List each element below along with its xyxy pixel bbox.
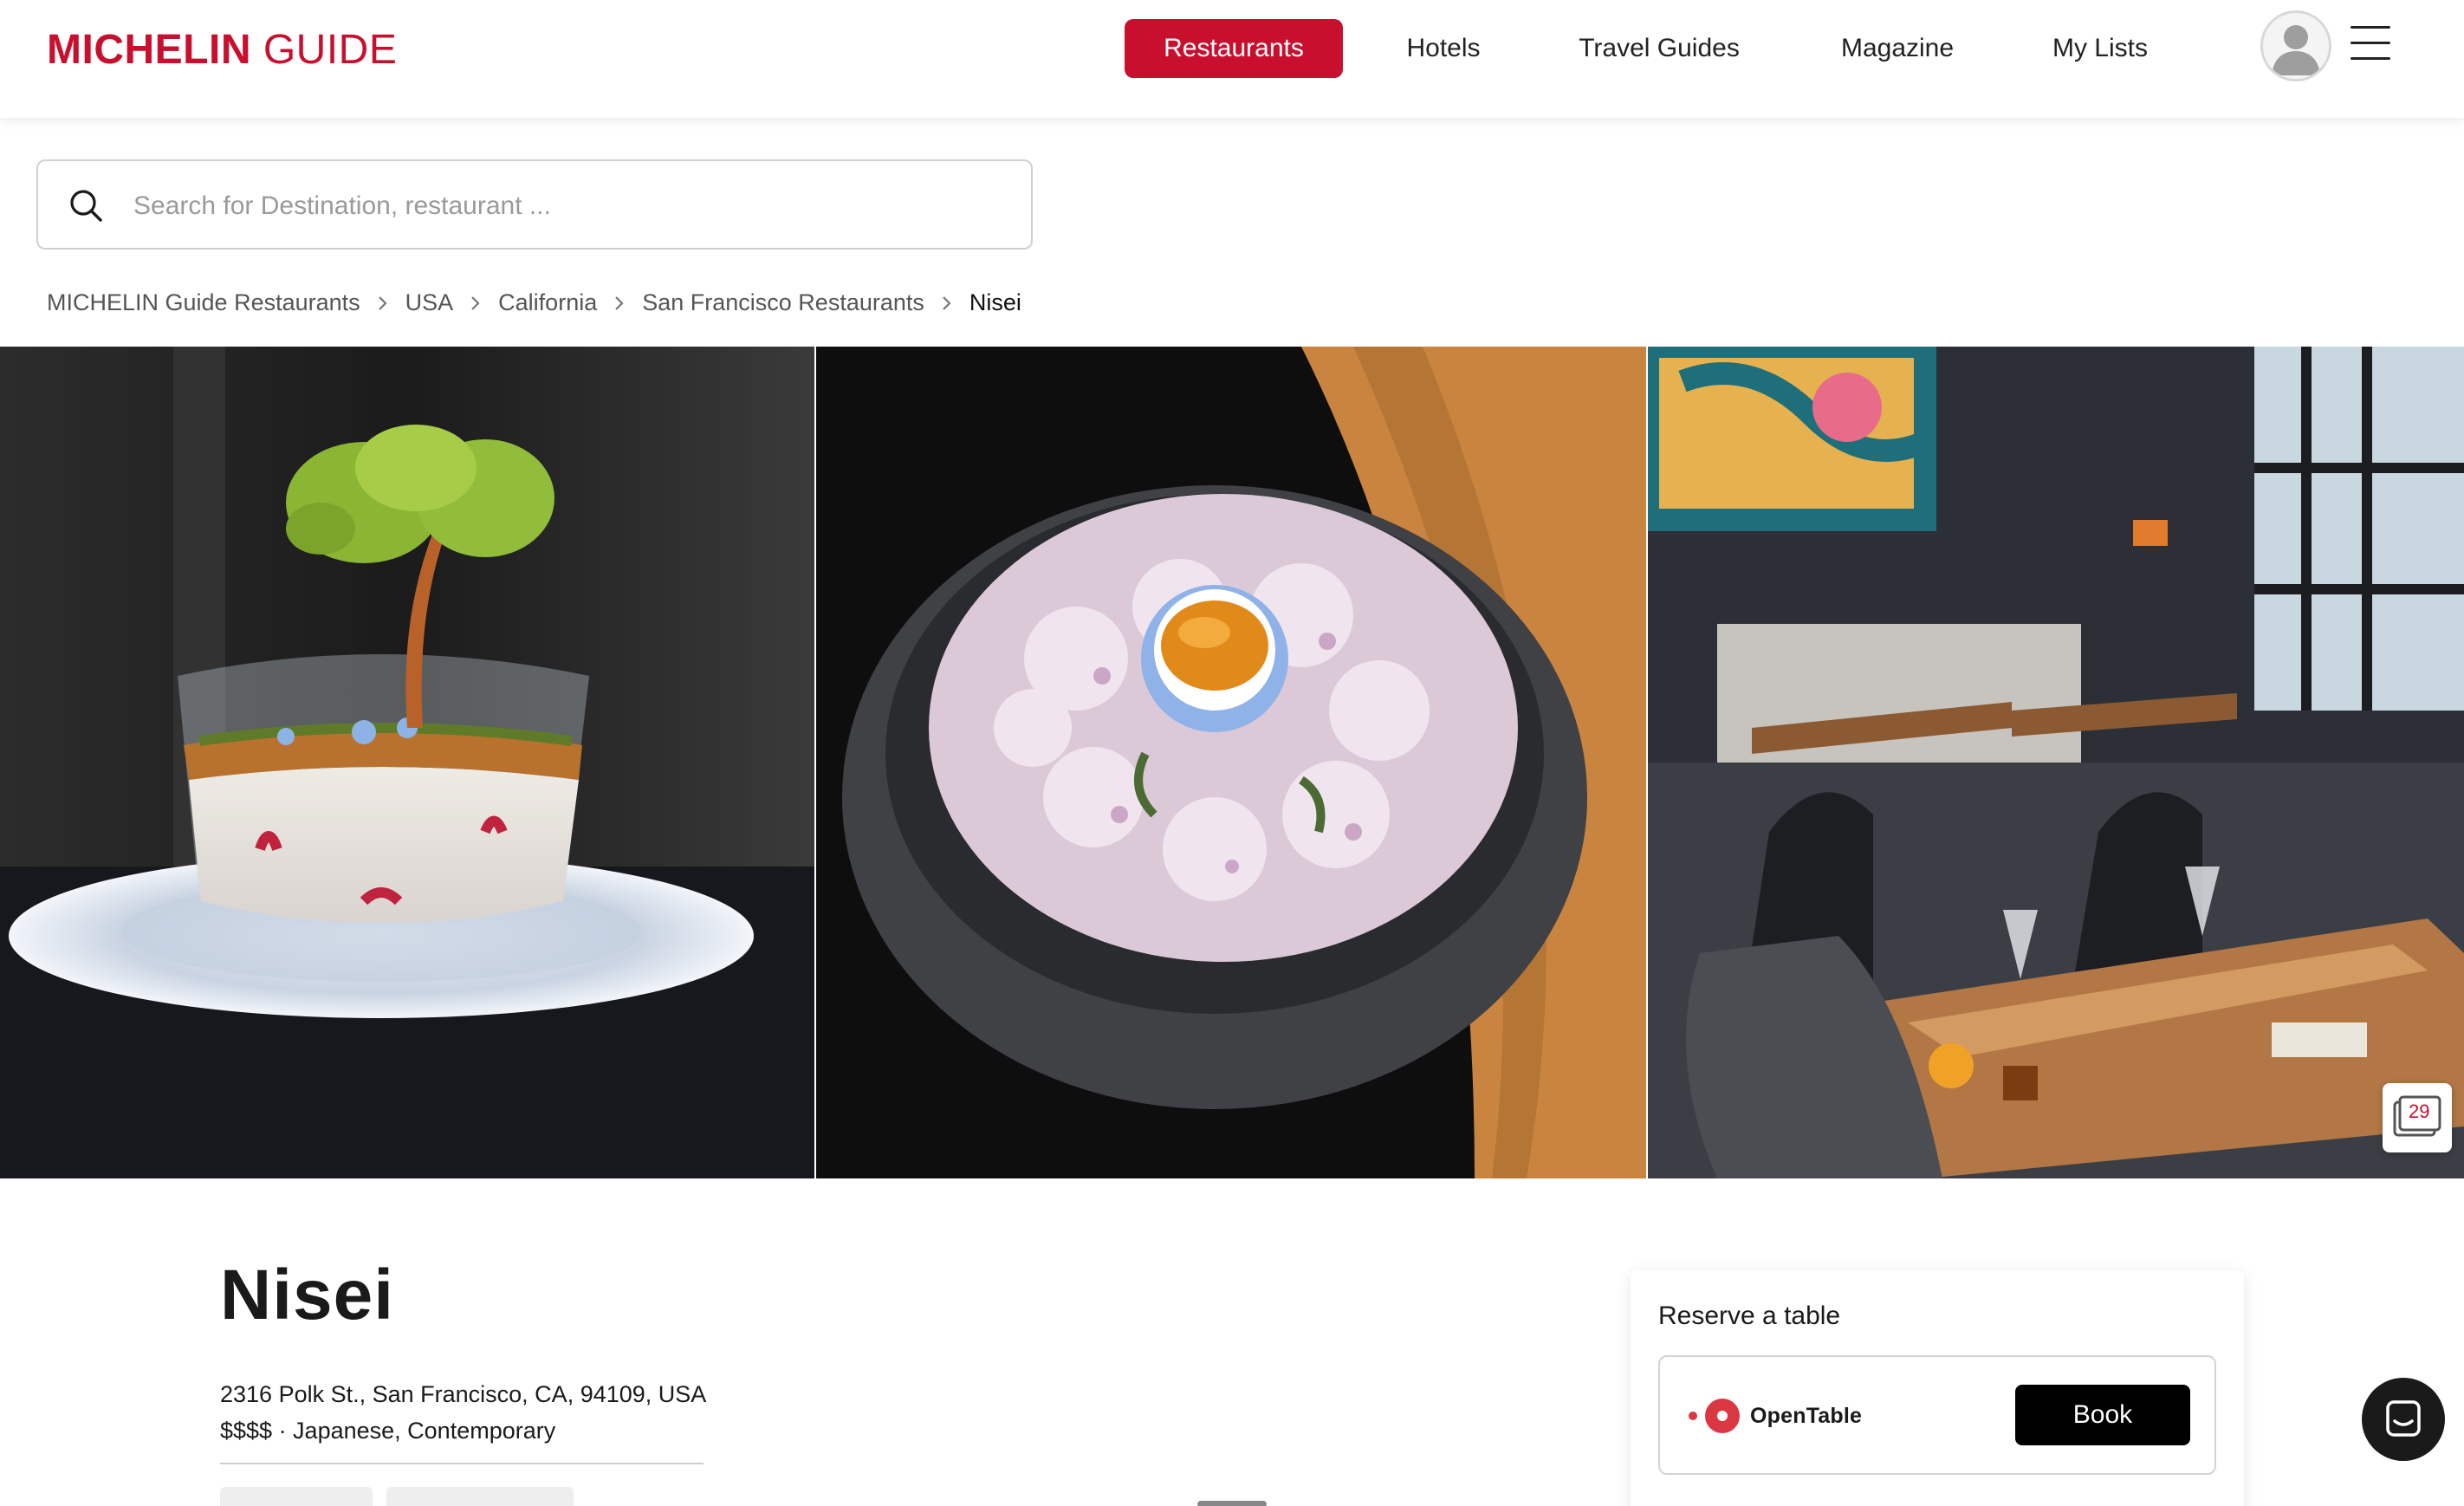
michelin-guide-logo[interactable]: MICHELIN GUIDE <box>47 26 397 74</box>
breadcrumb-california[interactable]: California <box>498 289 597 316</box>
breadcrumb-michelin-guide-restaurants[interactable]: MICHELIN Guide Restaurants <box>47 289 360 316</box>
breadcrumb-usa[interactable]: USA <box>405 289 454 316</box>
nav-magazine[interactable]: Magazine <box>1828 19 1967 78</box>
chevron-right-icon <box>378 295 387 310</box>
gallery-photo-uni-bowl[interactable] <box>816 347 1646 1178</box>
gallery-photo-dining-room[interactable] <box>1648 347 2464 1178</box>
user-avatar-icon[interactable] <box>2260 10 2331 81</box>
chevron-right-icon <box>615 295 624 310</box>
breadcrumb-san-francisco-restaurants[interactable]: San Francisco Restaurants <box>642 289 924 316</box>
opentable-booking-box: OpenTable Book <box>1658 1355 2216 1475</box>
photo-gallery <box>0 347 2464 1178</box>
restaurant-address: 2316 Polk St., San Francisco, CA, 94109,… <box>220 1381 707 1407</box>
nav-restaurants[interactable]: Restaurants <box>1125 19 1343 78</box>
nav-hotels[interactable]: Hotels <box>1386 19 1501 78</box>
site-header: MICHELIN GUIDE Restaurants Hotels Travel… <box>0 0 2464 118</box>
chevron-right-icon <box>943 295 951 310</box>
restaurant-price-cuisine: $$$$ · Japanese, Contemporary <box>220 1418 556 1444</box>
distinction-chip[interactable] <box>220 1487 373 1506</box>
carousel-indicator <box>1197 1501 1267 1506</box>
reserve-title: Reserve a table <box>1658 1302 1841 1330</box>
reserve-table-card: Reserve a table OpenTable Book <box>1631 1270 2244 1506</box>
breadcrumb: MICHELIN Guide Restaurants USA Californi… <box>47 289 1021 316</box>
gallery-photo-dessert[interactable] <box>0 347 814 1178</box>
photo-gallery-icon[interactable]: 29 <box>2383 1083 2452 1152</box>
logo-text-bold: MICHELIN <box>47 27 251 73</box>
nav-my-lists[interactable]: My Lists <box>2039 19 2161 78</box>
restaurant-name: Nisei <box>220 1256 394 1334</box>
photo-count: 29 <box>2409 1100 2430 1122</box>
search-input[interactable] <box>133 180 1000 232</box>
chat-icon[interactable] <box>2362 1378 2445 1461</box>
search-bar <box>36 159 1033 250</box>
opentable-wordmark: OpenTable <box>1750 1404 1863 1428</box>
book-button[interactable]: Book <box>2015 1385 2190 1445</box>
logo-text-light: GUIDE <box>250 27 398 73</box>
distinction-chip[interactable] <box>386 1487 574 1506</box>
search-icon[interactable] <box>68 187 106 225</box>
divider <box>220 1463 704 1464</box>
chevron-right-icon <box>471 295 480 310</box>
breadcrumb-current-nisei: Nisei <box>969 289 1021 315</box>
hamburger-menu-icon[interactable] <box>2351 26 2390 62</box>
opentable-logo: OpenTable <box>1686 1397 1894 1435</box>
nav-travel-guides[interactable]: Travel Guides <box>1568 19 1750 78</box>
